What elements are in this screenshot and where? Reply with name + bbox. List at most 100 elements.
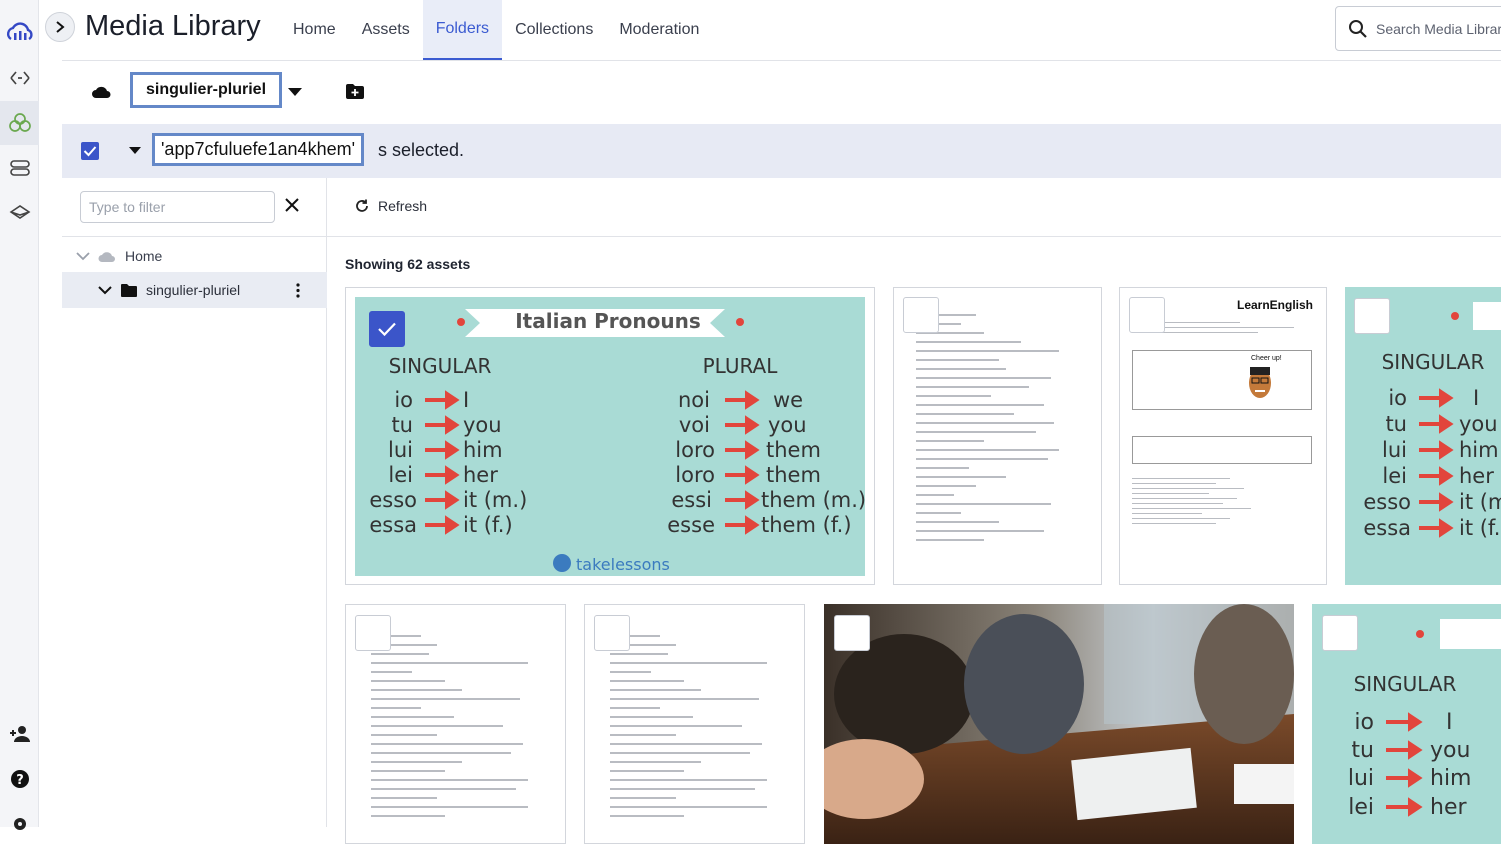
asset-card[interactable]: SINGULAR io I tu you lui him lei her esso it … [1345,287,1501,585]
asset-thumbnail: Italian Pronouns SINGULAR PLURAL io I tu y… [355,297,866,576]
worksheet-text [1132,478,1272,528]
pron-sing-it: lei [388,463,413,487]
pron-sing-en: it (m.) [1459,490,1501,514]
asset-select-checkbox[interactable] [355,615,391,651]
asset-select-checkbox[interactable] [369,311,405,347]
pronouns-title: Italian Pronouns [515,309,701,333]
asset-card[interactable]: Italian Pronouns SINGULAR PLURAL io I tu y… [345,287,875,585]
pron-sing-en: it (m.) [463,488,527,512]
more-options-icon[interactable] [296,283,300,298]
tab-home[interactable]: Home [280,0,349,60]
cloud-logo-icon[interactable] [0,10,39,54]
pron-sing-it: io [1354,710,1374,735]
breadcrumb-current-folder[interactable]: singulier-pluriel [130,72,283,108]
help-icon[interactable]: ? [0,757,39,801]
pron-sing-it: lui [1348,766,1374,791]
asset-card[interactable]: LearnEnglish Cheer up! [1119,287,1327,585]
select-all-checkbox[interactable] [81,142,99,160]
asset-card[interactable] [893,287,1102,585]
cheer-up-bubble: Cheer up! [1251,355,1282,362]
asset-select-checkbox[interactable] [834,615,870,651]
pron-sing-it: lui [388,438,413,462]
pron-plur-it: loro [675,463,715,487]
tree-item-singulier-pluriel[interactable]: singulier-pluriel [62,272,327,308]
pron-sing-it: tu [1351,738,1374,763]
asset-select-checkbox[interactable] [1322,615,1358,651]
invite-user-icon[interactable] [0,712,39,756]
asset-select-checkbox[interactable] [1129,297,1165,333]
asset-select-checkbox[interactable] [903,297,939,333]
assets-icon[interactable] [0,101,39,145]
pron-sing-it: esso [1363,490,1411,514]
worksheet-box: Cheer up! [1132,350,1312,410]
chevron-right-icon [56,21,65,33]
app-title: Media Library [85,10,261,42]
pron-sing-en: him [463,438,503,462]
asset-select-checkbox[interactable] [1354,298,1390,334]
asset-card[interactable] [345,604,566,844]
icon-rail: ? [0,0,39,830]
pron-plur-en: them (m.) [761,488,865,512]
document-thumbnail [610,635,775,824]
refresh-button[interactable]: Refresh [354,198,427,214]
asset-card[interactable] [584,604,805,844]
asset-grid-panel: Refresh Showing 62 assets Italian Pronou… [327,178,1501,844]
pron-plur-en: them (f.) [761,513,852,537]
new-folder-icon[interactable] [345,83,365,100]
search-input[interactable] [1376,20,1501,37]
pron-sing-en: her [1459,464,1494,488]
clear-filter-icon[interactable] [284,197,300,213]
chevron-down-icon[interactable] [98,285,112,295]
cloud-root-icon[interactable] [91,84,111,100]
settings-gear-icon[interactable] [0,800,39,844]
top-navigation: Home Assets Folders Collections Moderati… [280,0,712,60]
pron-plur-it: noi [678,388,710,412]
singular-header: SINGULAR [1354,672,1457,696]
search-box[interactable] [1335,6,1501,51]
asset-card[interactable] [824,604,1294,844]
integrations-icon[interactable] [0,190,39,234]
tab-folders[interactable]: Folders [422,0,503,60]
selected-asset-id: 'app7cfuluefe1an4khem' [152,133,365,166]
pron-plur-en: them [766,463,821,487]
meeting-photo [824,604,1294,844]
checkmark-icon [378,322,396,337]
pronouns-graphic: Italian Pronouns SINGULAR PLURAL io I tu y… [369,309,866,574]
pron-sing-en: I [1446,710,1453,735]
pron-plur-it: essi [671,488,712,512]
tab-assets[interactable]: Assets [349,0,423,60]
folder-toolbar: singulier-pluriel [62,61,1501,124]
pron-sing-en: you [1459,412,1498,436]
pron-sing-en: him [1459,438,1499,462]
asset-card[interactable]: SINGULAR io I tu you lui him lei her [1312,604,1501,844]
folder-filter-input[interactable] [80,191,275,223]
pron-sing-it: lei [1382,464,1407,488]
pron-sing-en: it (f.) [463,513,513,537]
programmable-media-icon[interactable] [0,56,39,100]
toolbar-divider [327,236,1501,237]
vocabulary-table [1132,436,1312,464]
video-icon[interactable] [0,146,39,190]
pron-sing-it: tu [391,413,413,437]
svg-text:?: ? [16,773,24,788]
folder-icon [121,283,137,297]
cartoon-face-icon [1249,367,1271,398]
pron-sing-it: esso [369,488,417,512]
selection-dropdown-icon[interactable] [128,146,142,155]
tab-moderation[interactable]: Moderation [606,0,712,60]
asset-count: Showing 62 assets [345,256,471,272]
pron-sing-en: it (f.) [1459,516,1501,540]
folder-dropdown-icon[interactable] [287,87,303,97]
pron-sing-en: her [1430,795,1467,820]
asset-select-checkbox[interactable] [594,615,630,651]
tab-collections[interactable]: Collections [502,0,606,60]
pron-plur-en: them [766,438,821,462]
pron-sing-en: you [463,413,502,437]
folder-sidebar: Home singulier-pluriel [62,178,327,827]
selection-bar: 'app7cfuluefe1an4khem' s selected. [62,124,1501,178]
selection-status: s selected. [378,140,465,160]
chevron-down-icon[interactable] [76,251,90,261]
pron-sing-en: him [1430,766,1472,791]
expand-rail-button[interactable] [45,12,75,42]
tree-item-home[interactable]: Home [62,240,327,272]
